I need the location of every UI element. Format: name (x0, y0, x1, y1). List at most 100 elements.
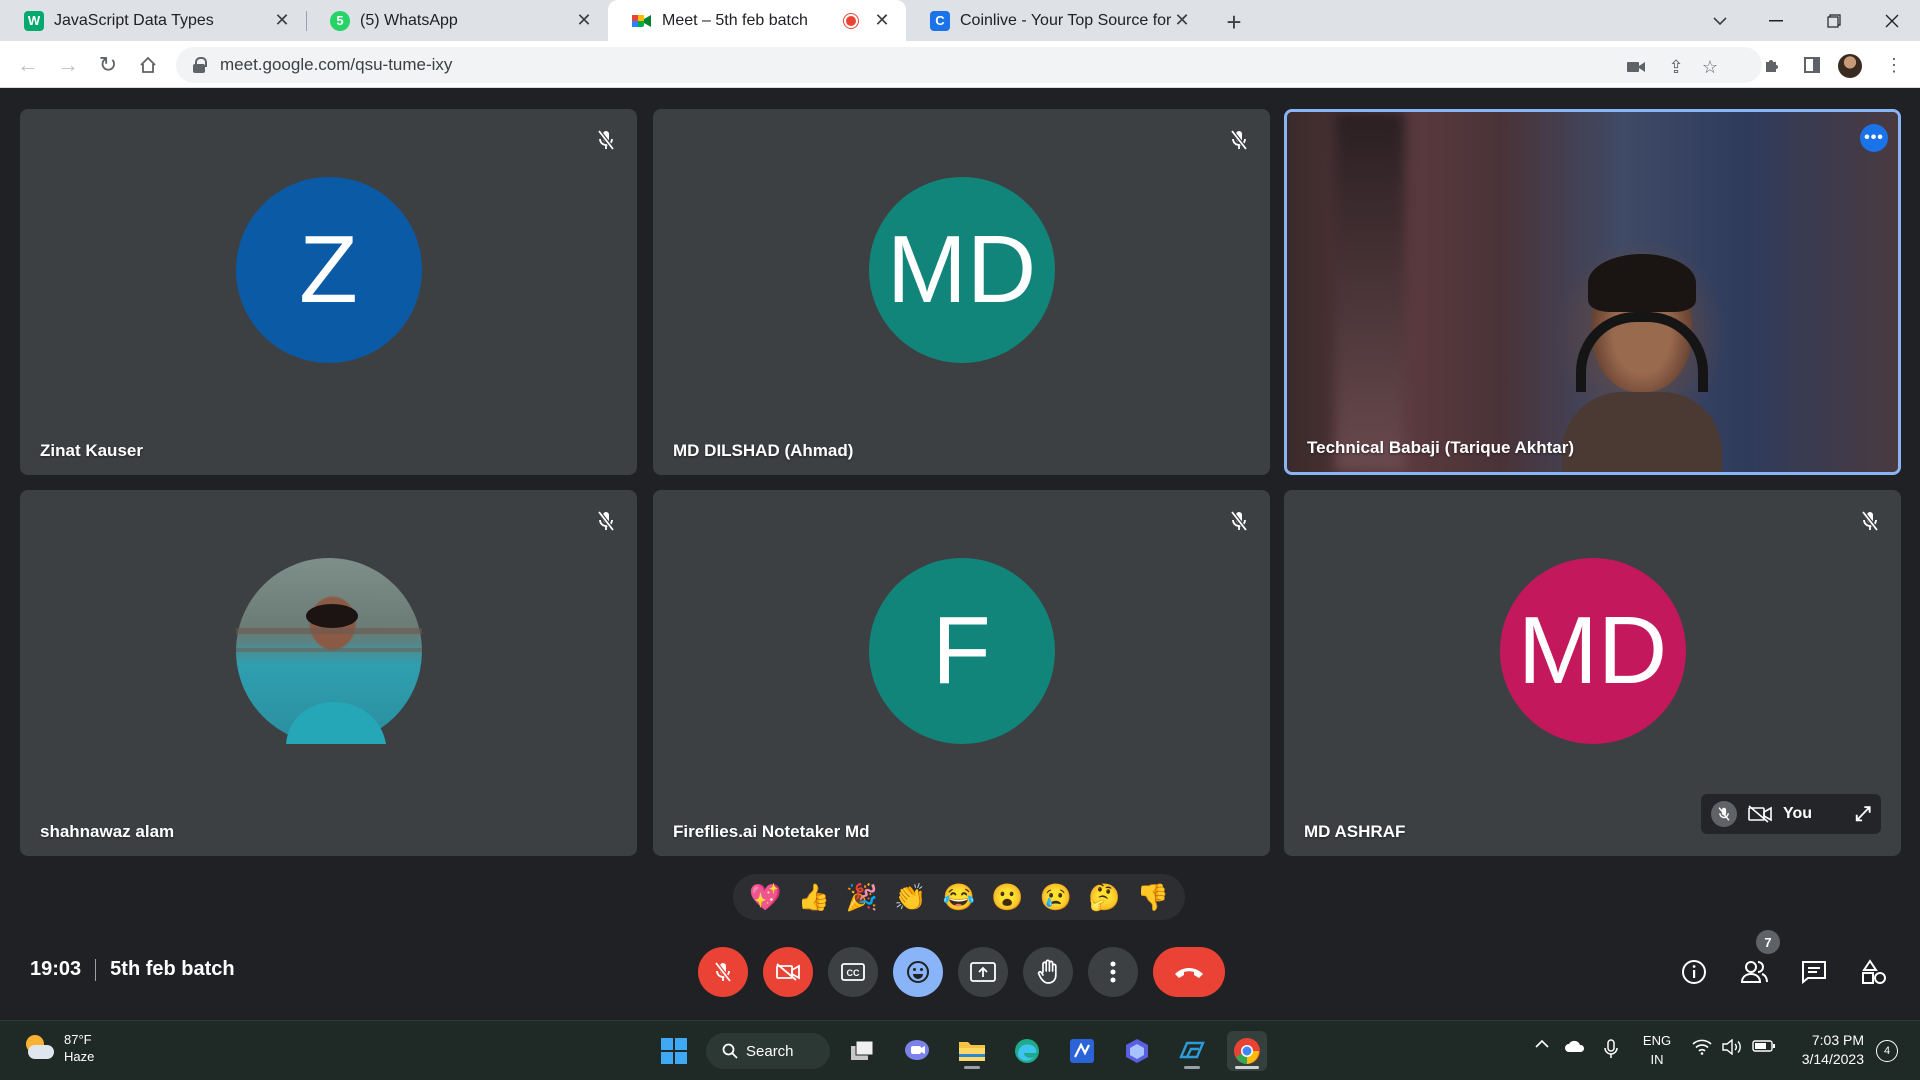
meeting-details-info-icon[interactable] (1678, 956, 1710, 988)
reload-button[interactable]: ↻ (92, 49, 124, 81)
region-code: IN (1650, 1052, 1664, 1067)
participant-tile[interactable]: F Fireflies.ai Notetaker Md (653, 490, 1270, 856)
start-button[interactable] (654, 1031, 694, 1071)
participant-tile-self[interactable]: MD MD ASHRAF You ⤢ (1284, 490, 1901, 856)
people-count-badge: 7 (1756, 930, 1780, 954)
side-panel-icon[interactable] (1800, 53, 1824, 77)
teams-chat-icon[interactable] (897, 1031, 937, 1071)
restore-button[interactable] (1806, 0, 1862, 41)
notification-count-badge[interactable]: 4 (1876, 1040, 1898, 1062)
raise-hand-button[interactable] (1023, 947, 1073, 997)
chat-icon[interactable] (1798, 956, 1830, 988)
share-icon[interactable]: ⇪ (1664, 55, 1688, 79)
volume-icon[interactable] (1722, 1039, 1744, 1055)
battery-icon[interactable] (1752, 1039, 1776, 1053)
weather-widget[interactable]: 87°F Haze (22, 1031, 94, 1065)
tab-search-chevron-icon[interactable] (1692, 0, 1748, 41)
close-tab-icon[interactable]: ✕ (574, 10, 594, 31)
microphone-icon[interactable] (1604, 1039, 1618, 1059)
close-tab-icon[interactable]: ✕ (1172, 10, 1192, 31)
captions-button[interactable]: CC (828, 947, 878, 997)
meeting-name[interactable]: 5th feb batch (110, 958, 234, 981)
address-bar[interactable]: meet.google.com/qsu-tume-ixy ⇪ ☆ (176, 47, 1762, 83)
tab-google-meet[interactable]: Meet – 5th feb batch ✕ (608, 0, 906, 41)
participant-tile[interactable]: shahnawaz alam (20, 490, 637, 856)
lock-icon[interactable] (192, 57, 207, 73)
self-view-label: You (1783, 805, 1813, 822)
close-tab-icon[interactable]: ✕ (272, 10, 292, 31)
reaction-clapping[interactable]: 👏 (894, 884, 926, 910)
microphone-toggle-button[interactable] (698, 947, 748, 997)
home-button[interactable] (132, 49, 164, 81)
tab-title: Coinlive - Your Top Source for All (960, 11, 1172, 29)
windows-taskbar: 87°F Haze Search ENG IN 7:03 PM 3/14/202… (0, 1020, 1920, 1080)
reaction-thinking[interactable]: 🤔 (1088, 884, 1120, 910)
reaction-sparkling-heart[interactable]: 💖 (749, 884, 781, 910)
reaction-thumbs-up[interactable]: 👍 (797, 884, 829, 910)
windows-logo-icon (661, 1038, 687, 1064)
camera-toggle-button[interactable] (763, 947, 813, 997)
weather-description: Haze (64, 1049, 95, 1064)
tab-coinlive[interactable]: C Coinlive - Your Top Source for All ✕ (906, 0, 1206, 41)
wifi-icon[interactable] (1692, 1039, 1712, 1055)
reactions-button[interactable] (893, 947, 943, 997)
reaction-surprised[interactable]: 😮 (991, 884, 1023, 910)
mic-off-icon (1857, 508, 1883, 534)
reaction-crying[interactable]: 😢 (1040, 884, 1072, 910)
reaction-party-popper[interactable]: 🎉 (846, 884, 878, 910)
activities-icon[interactable] (1858, 956, 1890, 988)
input-language[interactable]: ENG IN (1640, 1031, 1674, 1069)
tab-javascript-data-types[interactable]: W JavaScript Data Types ✕ (0, 0, 306, 41)
chrome-browser-icon[interactable] (1227, 1031, 1267, 1071)
camera-in-use-icon[interactable] (1624, 55, 1648, 79)
visual-studio-code-icon[interactable] (1062, 1031, 1102, 1071)
mic-off-icon (593, 127, 619, 153)
participant-tile-active-speaker[interactable]: ••• Technical Babaji (Tarique Akhtar) (1284, 109, 1901, 475)
divider (95, 958, 97, 981)
back-button[interactable]: ← (12, 49, 44, 81)
app-icon[interactable] (1172, 1031, 1212, 1071)
taskbar-search[interactable]: Search (706, 1033, 830, 1069)
people-icon[interactable] (1738, 956, 1770, 988)
close-window-button[interactable] (1864, 0, 1920, 41)
language-code: ENG (1642, 1033, 1672, 1048)
tab-title: (5) WhatsApp (360, 11, 458, 29)
close-tab-icon[interactable]: ✕ (872, 10, 892, 31)
expand-icon[interactable]: ⤢ (1855, 803, 1871, 826)
tab-whatsapp[interactable]: 5 (5) WhatsApp ✕ (306, 0, 608, 41)
profile-avatar[interactable] (1838, 54, 1862, 78)
running-indicator (1235, 1066, 1259, 1069)
participant-tile[interactable]: Z Zinat Kauser (20, 109, 637, 475)
bookmark-star-icon[interactable]: ☆ (1698, 55, 1722, 79)
participant-photo (235, 558, 422, 744)
leave-call-button[interactable] (1153, 947, 1225, 997)
reaction-laughing[interactable]: 😂 (943, 884, 975, 910)
task-view-icon[interactable] (843, 1031, 883, 1071)
present-screen-button[interactable] (958, 947, 1008, 997)
camera-off-icon[interactable] (1747, 801, 1773, 827)
url-text[interactable]: meet.google.com/qsu-tume-ixy (220, 55, 452, 75)
clock-time: 7:03 PM (1811, 1032, 1864, 1048)
minimize-button[interactable] (1748, 0, 1804, 41)
svg-text:CC: CC (847, 968, 860, 978)
clock-date: 3/14/2023 (1801, 1051, 1864, 1067)
self-view-bar: You ⤢ (1701, 794, 1881, 834)
extensions-puzzle-icon[interactable] (1760, 53, 1784, 77)
search-icon (722, 1043, 738, 1059)
show-hidden-icons-chevron-icon[interactable] (1534, 1039, 1550, 1049)
more-options-button[interactable] (1088, 947, 1138, 997)
more-options-button[interactable]: ••• (1860, 124, 1888, 152)
w3schools-icon: W (24, 10, 44, 31)
copilot-icon[interactable] (1117, 1031, 1157, 1071)
forward-button[interactable]: → (52, 49, 84, 81)
meeting-info: 19:03 5th feb batch (30, 958, 235, 981)
mic-off-icon[interactable] (1711, 801, 1737, 827)
onedrive-cloud-icon[interactable] (1564, 1039, 1586, 1053)
reaction-thumbs-down[interactable]: 👎 (1137, 884, 1169, 910)
system-clock[interactable]: 7:03 PM 3/14/2023 (1792, 1031, 1864, 1069)
participant-tile[interactable]: MD MD DILSHAD (Ahmad) (653, 109, 1270, 475)
file-explorer-icon[interactable] (952, 1031, 992, 1071)
new-tab-button[interactable]: + (1218, 6, 1250, 38)
chrome-menu-icon[interactable]: ⋮ (1882, 53, 1906, 77)
edge-browser-icon[interactable] (1007, 1031, 1047, 1071)
